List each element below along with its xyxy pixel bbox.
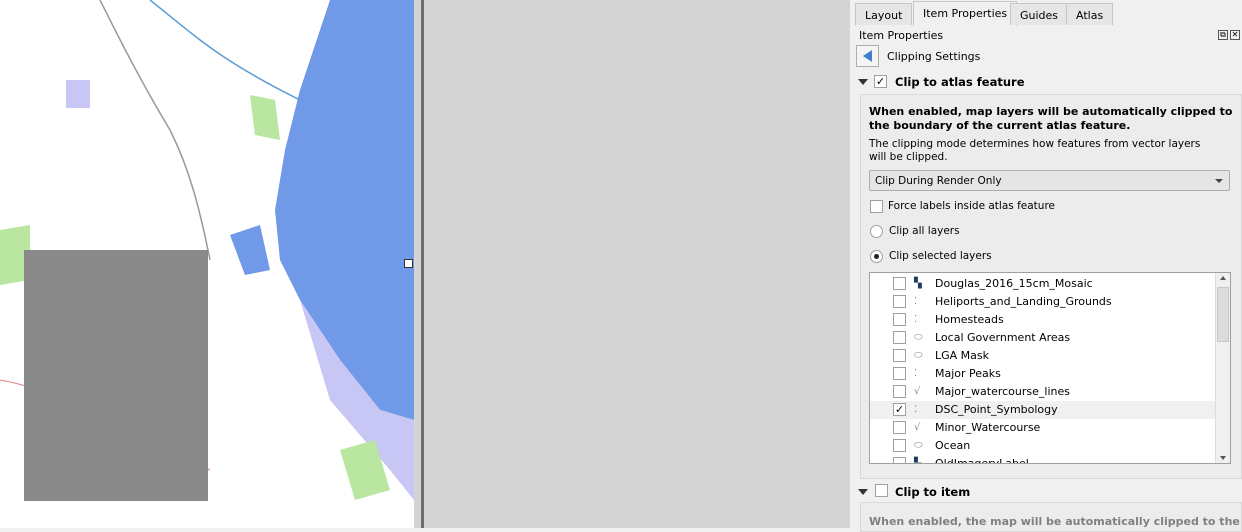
layer-name: DSC_Point_Symbology — [935, 403, 1058, 416]
layer-checkbox[interactable] — [893, 277, 906, 290]
layer-name: LGA Mask — [935, 349, 990, 362]
scroll-up-icon[interactable] — [1220, 276, 1226, 280]
layout-map-item[interactable] — [0, 0, 414, 528]
back-arrow-icon — [863, 50, 872, 62]
layer-checkbox[interactable] — [893, 367, 906, 380]
layer-list-item[interactable]: ⁚ Heliports_and_Landing_Grounds — [870, 293, 1216, 311]
polygon-layer-icon: ⬭ — [914, 350, 923, 361]
polygon-layer-icon: ⬭ — [914, 440, 923, 451]
line-layer-icon: √ — [914, 422, 921, 433]
layer-checkbox[interactable]: ✓ — [893, 403, 906, 416]
layer-checkbox[interactable] — [893, 457, 906, 463]
layer-name: Minor_Watercourse — [935, 421, 1041, 434]
layer-list-item[interactable]: ⁚ Homesteads — [870, 311, 1216, 329]
point-layer-icon: ⁚ — [914, 314, 918, 325]
point-layer-icon: ⁚ — [914, 296, 918, 307]
layout-canvas-background — [414, 0, 850, 528]
item-description-bold: When enabled, the map will be automatica… — [869, 515, 1240, 528]
layer-list-item[interactable]: √ Minor_Watercourse — [870, 419, 1216, 437]
scroll-down-icon[interactable] — [1220, 456, 1226, 460]
clip-item-label: Clip to item — [895, 485, 971, 499]
layer-list[interactable]: ▚ Douglas_2016_15cm_Mosaic ⁚ Heliports_and_… — [869, 272, 1231, 464]
collapse-icon[interactable] — [858, 489, 868, 495]
layer-name: Local Government Areas — [935, 331, 1071, 344]
layer-checkbox[interactable] — [893, 421, 906, 434]
atlas-overlay — [24, 250, 208, 501]
clip-mode-select[interactable]: Clip During Render Only — [869, 170, 1230, 191]
tab-atlas[interactable]: Atlas — [1066, 3, 1114, 25]
layer-name: Homesteads — [935, 313, 1004, 326]
layer-checkbox[interactable] — [893, 313, 906, 326]
layer-checkbox[interactable] — [893, 349, 906, 362]
ocean-area — [275, 0, 414, 420]
chevron-down-icon — [1215, 179, 1223, 183]
clip-mode-value: Clip During Render Only — [875, 175, 1002, 187]
section-title: Clipping Settings — [887, 50, 981, 63]
atlas-description: The clipping mode determines how feature… — [869, 138, 1201, 163]
layer-name: Heliports_and_Landing_Grounds — [935, 295, 1112, 308]
polygon-layer-icon: ⬭ — [914, 332, 923, 343]
layer-name: OldImageryLabel — [935, 457, 1029, 464]
scrollbar[interactable] — [1215, 273, 1230, 463]
panel-title: Item Properties — [859, 29, 944, 42]
raster-icon: ▚ — [914, 458, 922, 464]
clip-item-checkbox[interactable] — [875, 484, 888, 497]
clip-atlas-checkbox[interactable]: ✓ — [874, 75, 887, 88]
clip-selected-label: Clip selected layers — [889, 250, 992, 262]
back-button[interactable] — [856, 45, 879, 67]
layer-name: Ocean — [935, 439, 971, 452]
point-layer-icon: ⁚ — [914, 368, 918, 379]
clip-all-label: Clip all layers — [889, 225, 960, 237]
layer-list-item[interactable]: ⁚ Major Peaks — [870, 365, 1216, 383]
lavender-block — [66, 80, 90, 108]
layer-list-item[interactable]: ✓ ⁚ DSC_Point_Symbology — [870, 401, 1216, 419]
layer-name: Major_watercourse_lines — [935, 385, 1070, 398]
clip-all-radio[interactable] — [870, 225, 883, 238]
collapse-icon[interactable] — [858, 79, 868, 85]
layer-name: Douglas_2016_15cm_Mosaic — [935, 277, 1093, 290]
raster-icon: ▚ — [914, 278, 922, 289]
layer-checkbox[interactable] — [893, 331, 906, 344]
float-icon[interactable]: ⧉ — [1218, 30, 1228, 40]
line-layer-icon: √ — [914, 386, 921, 397]
clip-selected-radio[interactable] — [870, 250, 883, 263]
lake — [230, 225, 270, 275]
layer-checkbox[interactable] — [893, 295, 906, 308]
river — [149, 0, 301, 101]
layer-list-item[interactable]: ⬭ Ocean — [870, 437, 1216, 455]
tab-item-properties[interactable]: Item Properties — [913, 1, 1018, 26]
force-labels-label: Force labels inside atlas feature — [888, 200, 1055, 212]
tab-layout[interactable]: Layout — [855, 3, 913, 25]
force-labels-checkbox[interactable] — [870, 200, 883, 213]
close-icon[interactable]: ✕ — [1230, 30, 1240, 40]
layer-checkbox[interactable] — [893, 385, 906, 398]
page-edge — [421, 0, 424, 528]
layer-list-item[interactable]: ⬭ LGA Mask — [870, 347, 1216, 365]
item-properties-panel: Layout Item Properties Guides Atlas Item… — [850, 0, 1242, 532]
railway — [99, 0, 211, 261]
layer-checkbox[interactable] — [893, 439, 906, 452]
park-area — [250, 95, 280, 140]
clip-atlas-label: Clip to atlas feature — [895, 75, 1025, 89]
scrollbar-thumb[interactable] — [1217, 287, 1229, 342]
layer-list-item[interactable]: √ Major_watercourse_lines — [870, 383, 1216, 401]
tab-guides[interactable]: Guides — [1010, 3, 1069, 25]
layer-name: Major Peaks — [935, 367, 1001, 380]
atlas-description-bold: When enabled, map layers will be automat… — [869, 105, 1233, 132]
resize-handle[interactable] — [404, 259, 413, 268]
layer-list-item[interactable]: ▚ OldImageryLabel — [870, 455, 1216, 464]
layer-list-item[interactable]: ▚ Douglas_2016_15cm_Mosaic — [870, 275, 1216, 293]
point-layer-icon: ⁚ — [914, 404, 918, 415]
map-render — [0, 0, 414, 501]
layer-list-item[interactable]: ⬭ Local Government Areas — [870, 329, 1216, 347]
